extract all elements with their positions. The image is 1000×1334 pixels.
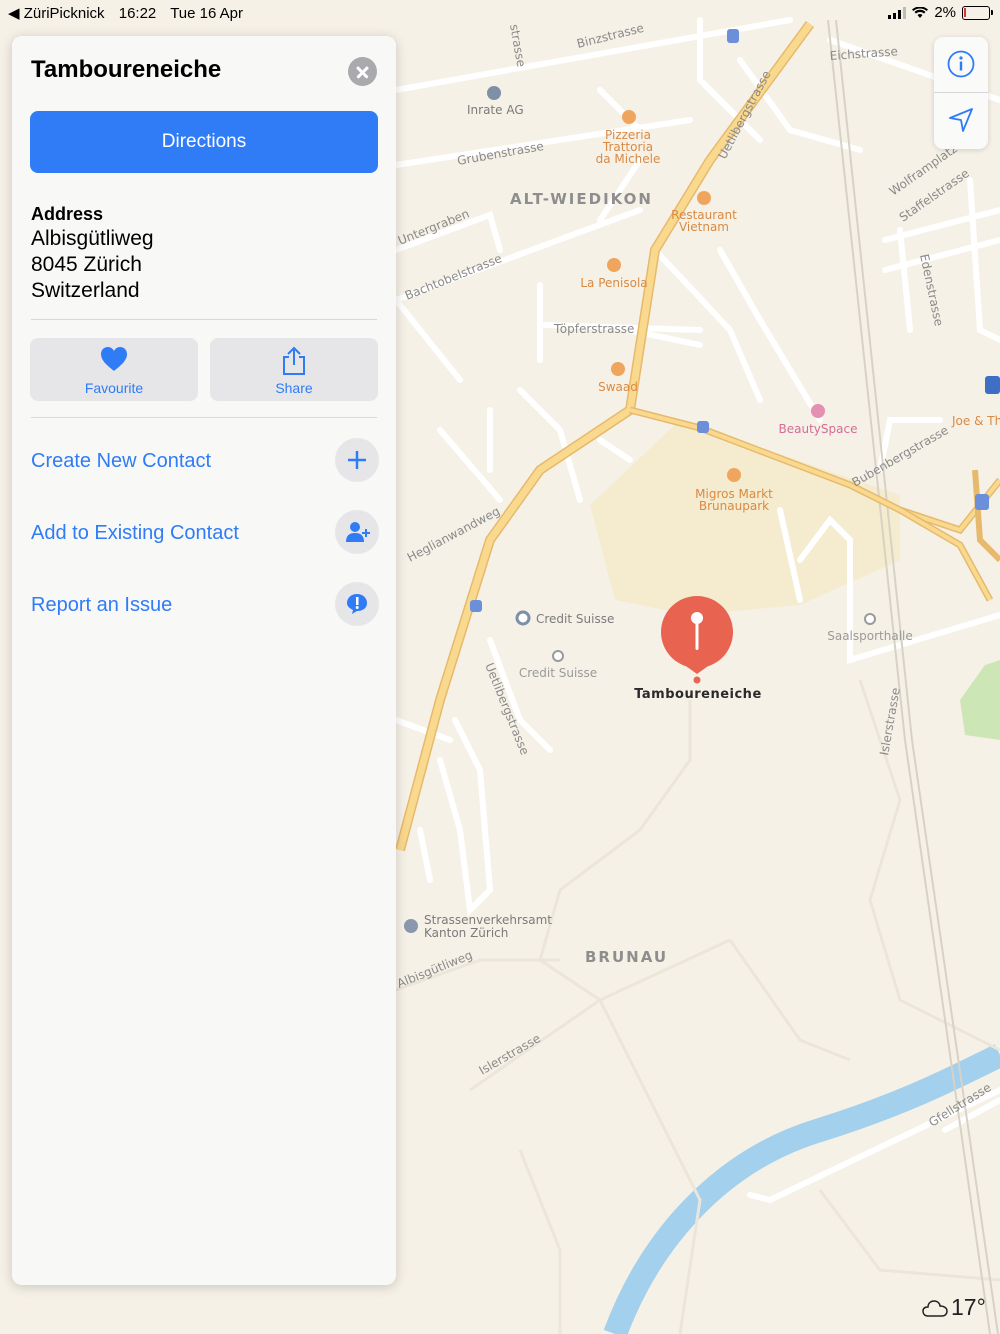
svg-text:Vietnam: Vietnam	[679, 220, 729, 234]
add-person-icon	[335, 510, 379, 554]
close-button[interactable]	[348, 57, 377, 86]
divider	[31, 417, 377, 418]
svg-text:La Penisola: La Penisola	[580, 276, 647, 290]
weather-widget: 17°	[922, 1294, 986, 1321]
add-to-existing-contact-button[interactable]: Add to Existing Contact	[31, 510, 379, 556]
svg-text:Kanton Zürich: Kanton Zürich	[424, 926, 508, 940]
place-title: Tamboureneiche	[31, 56, 222, 83]
back-to-app-link[interactable]: ◀ ZüriPicknick	[8, 5, 105, 22]
street-label: Töpferstrasse	[553, 322, 634, 336]
status-date: Tue 16 Apr	[170, 5, 244, 22]
share-button[interactable]: Share	[210, 338, 378, 401]
svg-text:Brunaupark: Brunaupark	[699, 499, 769, 513]
district-label: BRUNAU	[585, 948, 668, 966]
status-time: 16:22	[118, 5, 157, 22]
map-controls	[934, 37, 988, 149]
svg-text:Strassenverkehrsamt: Strassenverkehrsamt	[424, 913, 552, 927]
report-an-issue-label: Report an Issue	[31, 594, 173, 616]
address-line[interactable]: Albisgütliweg	[31, 227, 154, 251]
temperature: 17°	[951, 1294, 986, 1320]
district-label: ALT-WIEDIKON	[510, 190, 653, 208]
poi-label[interactable]: Joe & Th	[951, 414, 1000, 428]
status-bar: ◀ ZüriPicknick 16:22 Tue 16 Apr 2%	[0, 0, 1000, 24]
address-line[interactable]: Switzerland	[31, 279, 140, 303]
report-an-issue-button[interactable]: Report an Issue	[31, 582, 379, 628]
address-label: Address	[31, 204, 104, 224]
share-label: Share	[275, 380, 313, 396]
pin-label: Tamboureneiche	[634, 687, 762, 702]
create-new-contact-label: Create New Contact	[31, 450, 212, 472]
heart-icon	[101, 347, 127, 371]
divider	[934, 92, 988, 93]
wifi-icon	[912, 6, 929, 18]
plus-icon	[335, 438, 379, 482]
address-line[interactable]: 8045 Zürich	[31, 253, 142, 277]
svg-text:Swaad: Swaad	[598, 380, 638, 394]
battery-icon	[962, 5, 993, 20]
cellular-signal-icon	[888, 6, 907, 19]
svg-text:BeautySpace: BeautySpace	[779, 422, 858, 436]
svg-text:Credit Suisse: Credit Suisse	[536, 612, 614, 626]
share-icon	[283, 346, 305, 375]
battery-percent: 2%	[934, 4, 956, 21]
svg-text:Saalsporthalle: Saalsporthalle	[827, 629, 913, 643]
location-arrow-icon[interactable]	[948, 107, 974, 133]
place-card: Tamboureneiche Directions Address Albisg…	[12, 36, 396, 1285]
cloud-icon	[922, 1299, 948, 1317]
exclamation-bubble-icon	[335, 582, 379, 626]
favourite-label: Favourite	[84, 380, 144, 396]
info-icon[interactable]	[947, 50, 975, 78]
svg-text:Inrate AG: Inrate AG	[467, 103, 524, 117]
add-to-existing-contact-label: Add to Existing Contact	[31, 522, 239, 544]
create-new-contact-button[interactable]: Create New Contact	[31, 438, 379, 484]
svg-text:da Michele: da Michele	[596, 152, 661, 166]
favourite-button[interactable]: Favourite	[30, 338, 198, 401]
divider	[31, 319, 377, 320]
svg-text:Credit Suisse: Credit Suisse	[519, 666, 597, 680]
directions-button[interactable]: Directions	[30, 111, 378, 173]
